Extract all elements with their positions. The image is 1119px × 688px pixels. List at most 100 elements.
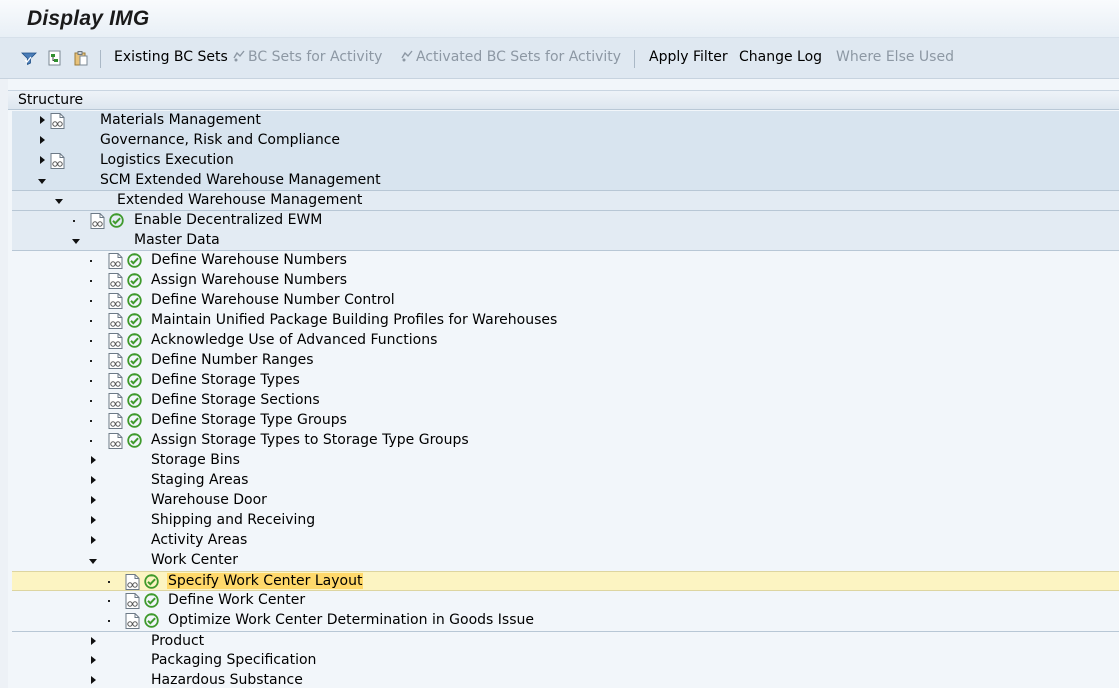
tree-node-label[interactable]: Define Work Center xyxy=(168,592,305,608)
expand-arrow-icon[interactable] xyxy=(88,471,100,491)
documentation-icon[interactable] xyxy=(108,313,123,329)
tree-node-label[interactable]: Hazardous Substance xyxy=(151,672,303,688)
tree-node-label[interactable]: Extended Warehouse Management xyxy=(117,192,362,208)
tree-node-row[interactable]: Packaging Specification xyxy=(12,651,1119,671)
expand-arrow-icon[interactable] xyxy=(88,651,100,671)
tree-node-row[interactable]: Logistics Execution xyxy=(12,151,1119,171)
documentation-icon[interactable] xyxy=(108,373,123,389)
tree-node-label[interactable]: Specify Work Center Layout xyxy=(167,573,364,589)
documentation-icon[interactable] xyxy=(108,333,123,349)
tree-node-row[interactable]: Governance, Risk and Compliance xyxy=(12,131,1119,151)
execute-activity-icon[interactable] xyxy=(126,312,143,329)
tree-node-label[interactable]: SCM Extended Warehouse Management xyxy=(100,172,381,188)
tree-node-row[interactable]: Hazardous Substance xyxy=(12,671,1119,688)
tree-node-label[interactable]: Define Storage Types xyxy=(151,372,300,388)
expand-arrow-icon[interactable] xyxy=(37,151,49,171)
execute-activity-icon[interactable] xyxy=(126,432,143,449)
documentation-icon[interactable] xyxy=(50,153,65,169)
execute-activity-icon[interactable] xyxy=(108,212,125,229)
tree-node-label[interactable]: Optimize Work Center Determination in Go… xyxy=(168,612,534,628)
tree-activity-row[interactable]: Acknowledge Use of Advanced Functions xyxy=(12,331,1119,351)
execute-activity-icon[interactable] xyxy=(126,292,143,309)
documentation-icon[interactable] xyxy=(125,593,140,609)
tree-node-label[interactable]: Master Data xyxy=(134,232,220,248)
tree-node-label[interactable]: Assign Storage Types to Storage Type Gro… xyxy=(151,432,469,448)
tree-node-label[interactable]: Shipping and Receiving xyxy=(151,512,315,528)
execute-activity-icon[interactable] xyxy=(126,372,143,389)
tree-node-label[interactable]: Activity Areas xyxy=(151,532,247,548)
tree-node-row[interactable]: Materials Management xyxy=(12,111,1119,131)
tree-activity-row[interactable]: Define Storage Sections xyxy=(12,391,1119,411)
tree-node-row[interactable]: Master Data xyxy=(12,231,1119,251)
execute-activity-icon[interactable] xyxy=(143,612,160,629)
execute-activity-icon[interactable] xyxy=(126,332,143,349)
documentation-icon[interactable] xyxy=(125,613,140,629)
tree-node-label[interactable]: Governance, Risk and Compliance xyxy=(100,132,340,148)
expand-arrow-icon[interactable] xyxy=(88,491,100,511)
tree-node-label[interactable]: Warehouse Door xyxy=(151,492,267,508)
documentation-icon[interactable] xyxy=(108,433,123,449)
collapse-arrow-icon[interactable] xyxy=(54,191,66,211)
tree-node-row[interactable]: SCM Extended Warehouse Management xyxy=(12,171,1119,191)
existing-bc-sets-button[interactable]: Existing BC Sets xyxy=(114,49,228,65)
collapse-arrow-icon[interactable] xyxy=(88,551,100,571)
tree-node-label[interactable]: Define Number Ranges xyxy=(151,352,314,368)
execute-activity-icon[interactable] xyxy=(126,272,143,289)
expand-arrow-icon[interactable] xyxy=(88,531,100,551)
tree-node-label[interactable]: Assign Warehouse Numbers xyxy=(151,272,347,288)
documentation-icon[interactable] xyxy=(108,413,123,429)
tree-node-label[interactable]: Define Warehouse Numbers xyxy=(151,252,347,268)
tree-activity-row[interactable]: Assign Warehouse Numbers xyxy=(12,271,1119,291)
tree-node-label[interactable]: Materials Management xyxy=(100,112,261,128)
expand-arrow-icon[interactable] xyxy=(88,451,100,471)
tree-activity-row[interactable]: Specify Work Center Layout xyxy=(12,571,1119,591)
execute-activity-icon[interactable] xyxy=(143,592,160,609)
tree-node-label[interactable]: Define Storage Sections xyxy=(151,392,320,408)
tree-node-label[interactable]: Logistics Execution xyxy=(100,152,234,168)
documentation-icon[interactable] xyxy=(90,213,105,229)
tree-node-label[interactable]: Work Center xyxy=(151,552,238,568)
tree-node-row[interactable]: Staging Areas xyxy=(12,471,1119,491)
tree-activity-row[interactable]: Define Work Center xyxy=(12,591,1119,611)
tree-activity-row[interactable]: Maintain Unified Package Building Profil… xyxy=(12,311,1119,331)
documentation-icon[interactable] xyxy=(108,353,123,369)
execute-activity-icon[interactable] xyxy=(126,392,143,409)
activated-bc-sets-for-activity-button[interactable]: Activated BC Sets for Activity xyxy=(400,49,621,65)
tree-node-label[interactable]: Define Warehouse Number Control xyxy=(151,292,395,308)
tree-node-row[interactable]: Activity Areas xyxy=(12,531,1119,551)
tree-node-label[interactable]: Packaging Specification xyxy=(151,652,316,668)
documentation-icon[interactable] xyxy=(108,393,123,409)
tree-activity-row[interactable]: Define Storage Type Groups xyxy=(12,411,1119,431)
tree-node-row[interactable]: Product xyxy=(12,631,1119,651)
tree-node-row[interactable]: Warehouse Door xyxy=(12,491,1119,511)
expand-arrow-icon[interactable] xyxy=(88,671,100,688)
collapse-arrow-icon[interactable] xyxy=(37,171,49,191)
tree-node-row[interactable]: Storage Bins xyxy=(12,451,1119,471)
documentation-icon[interactable] xyxy=(108,293,123,309)
tree-node-row[interactable]: Work Center xyxy=(12,551,1119,571)
tree-node-row[interactable]: Shipping and Receiving xyxy=(12,511,1119,531)
expand-arrow-icon[interactable] xyxy=(37,131,49,151)
tree-activity-row[interactable]: Define Warehouse Number Control xyxy=(12,291,1119,311)
subtree-icon[interactable] xyxy=(47,50,63,66)
tree-activity-row[interactable]: Define Number Ranges xyxy=(12,351,1119,371)
expand-filter-icon[interactable] xyxy=(21,50,37,66)
documentation-icon[interactable] xyxy=(50,113,65,129)
tree-node-label[interactable]: Enable Decentralized EWM xyxy=(134,212,322,228)
change-log-button[interactable]: Change Log xyxy=(739,49,822,65)
tree-activity-row[interactable]: Define Warehouse Numbers xyxy=(12,251,1119,271)
execute-activity-icon[interactable] xyxy=(126,352,143,369)
tree-node-label[interactable]: Storage Bins xyxy=(151,452,240,468)
execute-activity-icon[interactable] xyxy=(126,412,143,429)
tree-activity-row[interactable]: Optimize Work Center Determination in Go… xyxy=(12,611,1119,631)
apply-filter-button[interactable]: Apply Filter xyxy=(649,49,728,65)
documentation-icon[interactable] xyxy=(125,574,140,590)
tree-node-label[interactable]: Acknowledge Use of Advanced Functions xyxy=(151,332,437,348)
tree-node-label[interactable]: Define Storage Type Groups xyxy=(151,412,347,428)
expand-arrow-icon[interactable] xyxy=(37,111,49,131)
execute-activity-icon[interactable] xyxy=(126,252,143,269)
expand-arrow-icon[interactable] xyxy=(88,511,100,531)
tree-node-label[interactable]: Maintain Unified Package Building Profil… xyxy=(151,312,557,328)
clipboard-icon[interactable] xyxy=(73,50,89,66)
documentation-icon[interactable] xyxy=(108,253,123,269)
